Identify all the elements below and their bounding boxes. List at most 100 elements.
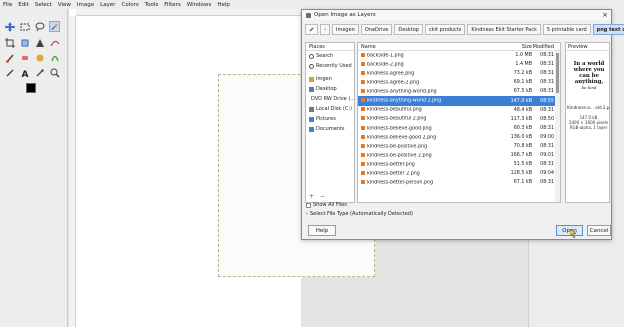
lasso-icon[interactable] — [34, 21, 45, 32]
crop-icon[interactable] — [4, 37, 15, 48]
place-recent[interactable]: Recently Used — [306, 61, 354, 71]
file-row[interactable]: kindness-agree.png 73.2 kB 08:31 — [358, 69, 560, 78]
menu-colors[interactable]: Colors — [121, 2, 138, 8]
menu-tools[interactable]: Tools — [145, 2, 159, 8]
select-file-type-expander[interactable]: › Select File Type (Automatically Detect… — [306, 211, 413, 217]
drive-icon — [309, 106, 314, 112]
image-file-icon — [361, 89, 365, 94]
file-row[interactable]: kindness-beautiful 2.png 117.3 kB 08:50 — [358, 115, 560, 124]
path-segment-imegen[interactable]: Imegen — [332, 24, 359, 35]
file-name: kindness-anything-world 2.png — [358, 98, 508, 104]
place-imgen[interactable]: Imgen — [306, 74, 354, 84]
image-file-icon — [361, 61, 365, 66]
show-all-files-checkbox[interactable]: Show All Files — [306, 202, 347, 208]
path-segment-kindness[interactable]: Kindness Ekit Starter Pack — [467, 24, 541, 35]
paintbrush-icon[interactable] — [4, 52, 15, 63]
menu-filters[interactable]: Filters — [164, 2, 181, 8]
paths-icon[interactable] — [49, 37, 60, 48]
pencil-icon[interactable] — [4, 67, 15, 78]
transform-icon[interactable] — [19, 37, 30, 48]
place-documents[interactable]: Documents — [306, 124, 354, 134]
move-tool-icon[interactable] — [4, 21, 15, 32]
file-row[interactable]: kindness-agree-2.png 69.1 kB 08:31 — [358, 78, 560, 87]
preview-info: 147.0 kB 2400 × 3000 pixels RGB-alpha, 1… — [568, 115, 609, 130]
file-row[interactable]: backside-2.png 1.4 MB 08:31 — [358, 60, 560, 69]
file-name: kindness-agree.png — [358, 70, 508, 76]
horizontal-ruler — [76, 9, 301, 16]
cancel-button[interactable]: Cancel — [587, 225, 611, 236]
file-modified: 08:31 — [540, 53, 554, 59]
dialog-title: Open Image as Layers — [314, 12, 376, 18]
menu-windows[interactable]: Windows — [187, 2, 212, 8]
fuzzy-select-icon[interactable] — [49, 21, 60, 32]
warp-icon[interactable] — [34, 37, 45, 48]
file-row[interactable]: kindness-believe-good.png 60.3 kB 08:31 — [358, 124, 560, 133]
menu-select[interactable]: Select — [35, 2, 52, 8]
add-bookmark-button[interactable]: + — [309, 193, 314, 200]
file-row[interactable]: kindness-be-positive.png 70.8 kB 08:31 — [358, 142, 560, 151]
close-icon[interactable]: × — [602, 11, 608, 19]
foreground-color-swatch[interactable] — [26, 83, 36, 93]
vertical-ruler — [69, 16, 76, 327]
file-size: 67.1 kB — [513, 180, 532, 186]
clone-icon[interactable] — [34, 52, 45, 63]
rect-select-icon[interactable] — [19, 21, 30, 32]
file-size: 67.5 kB — [513, 89, 532, 95]
column-name[interactable]: Name — [358, 43, 508, 50]
column-size[interactable]: Size — [508, 43, 532, 50]
path-segment-onedrive[interactable]: OneDrive — [360, 24, 393, 35]
path-segment-printable[interactable]: 5 printable card — [542, 24, 591, 35]
scrollbar-thumb[interactable] — [556, 53, 559, 93]
zoom-icon[interactable] — [49, 67, 60, 78]
mouse-cursor-icon — [570, 229, 577, 238]
file-row[interactable]: kindness-beautiful.png 48.4 kB 08:31 — [358, 106, 560, 115]
file-name: kindness-beautiful.png — [358, 107, 508, 113]
file-row[interactable]: kindness-better 2.png 128.5 kB 09:04 — [358, 169, 560, 178]
file-row[interactable]: kindness-anything-world 2.png 147.0 kB 08:… — [358, 96, 560, 106]
path-segment-desktop[interactable]: Desktop — [394, 24, 423, 35]
place-local-disk[interactable]: Local Disk (C:) — [306, 104, 354, 114]
path-segment-current[interactable]: png text only — [592, 24, 624, 35]
path-scroll-left-icon[interactable]: ‹ — [320, 24, 330, 35]
file-row[interactable]: kindness-better.png 51.5 kB 08:31 — [358, 160, 560, 169]
column-modified[interactable]: Modified — [532, 43, 556, 50]
edit-location-button[interactable] — [305, 24, 318, 35]
color-picker-icon[interactable] — [34, 67, 45, 78]
places-header: Places — [306, 43, 354, 51]
menu-edit[interactable]: Edit — [18, 2, 29, 8]
place-search[interactable]: Search — [306, 51, 354, 61]
file-row[interactable]: kindness-anything-world.png 67.5 kB 08:31 — [358, 87, 560, 96]
remove-bookmark-button[interactable]: − — [320, 193, 325, 200]
place-dvd[interactable]: DVD RW Drive (... — [306, 94, 355, 104]
file-row[interactable]: kindness-be-positive 2.png 166.7 kB 09:01 — [358, 151, 560, 160]
file-row[interactable]: kindness-better-person.png 67.1 kB 08:31 — [358, 178, 560, 187]
menu-view[interactable]: View — [58, 2, 71, 8]
preview-thumbnail: In a world where you can be anything, be… — [573, 61, 605, 90]
text-tool-icon[interactable]: A — [19, 67, 30, 78]
file-modified: 08:55 — [540, 98, 554, 104]
help-button[interactable]: Help — [308, 225, 336, 236]
place-desktop[interactable]: Desktop — [306, 84, 354, 94]
image-file-icon — [361, 143, 365, 148]
file-row[interactable]: backside-1.png 1.0 MB 08:31 — [358, 51, 560, 60]
file-modified: 08:31 — [540, 89, 554, 95]
file-modified: 08:31 — [540, 107, 554, 113]
file-modified: 08:31 — [540, 80, 554, 86]
path-segment-ckit[interactable]: ckit products — [424, 24, 466, 35]
file-list-scrollbar[interactable] — [555, 51, 560, 202]
menu-file[interactable]: File — [3, 2, 12, 8]
file-name: kindness-be-positive 2.png — [358, 152, 508, 158]
menubar: File Edit Select View Image Layer Colors… — [0, 0, 624, 9]
menu-help[interactable]: Help — [217, 2, 230, 8]
file-size: 136.0 kB — [510, 134, 532, 140]
image-file-icon — [361, 98, 365, 103]
smudge-icon[interactable] — [49, 52, 60, 63]
menu-layer[interactable]: Layer — [100, 2, 115, 8]
preview-panel: Preview In a world where you can be anyt… — [565, 42, 610, 203]
place-pictures[interactable]: Pictures — [306, 114, 354, 124]
file-name: kindness-better 2.png — [358, 171, 508, 177]
svg-text:A: A — [21, 70, 28, 78]
menu-image[interactable]: Image — [77, 2, 94, 8]
file-row[interactable]: kindness-believe-good 2.png 136.0 kB 09:00 — [358, 133, 560, 142]
eraser-icon[interactable] — [19, 52, 30, 63]
